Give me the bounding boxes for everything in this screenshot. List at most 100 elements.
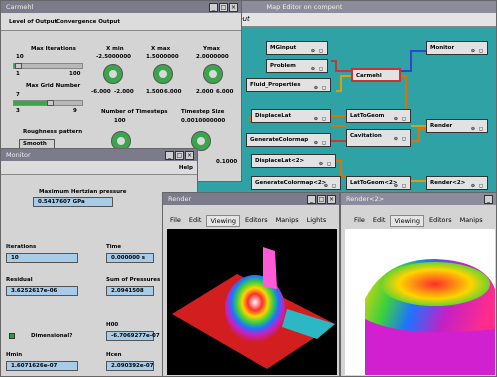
port-icons: ⊙ ◻ [470,48,484,54]
help-menu[interactable]: Help [179,165,193,171]
monitor-menu: Help [1,161,197,175]
render-titlebar[interactable]: Render _ □ × [163,193,339,205]
xmin-range-min: -6.000 [91,89,111,95]
render-menubar: File Edit Viewing Editors Manips Lights [167,215,329,227]
render-title: Render [168,195,192,203]
max-iterations-slider[interactable] [13,63,83,69]
menu-file[interactable]: File [351,215,368,227]
node-monitor[interactable]: Monitor ⊙ ◻ [426,41,488,55]
ymax-label: Ymax [203,46,220,52]
maximize-button[interactable]: □ [317,194,326,204]
node-lattogeom-2[interactable]: LatToGeom<2> ⊙ ◻ [346,176,411,190]
xmin-range-max: -2.000 [114,89,134,95]
timestep-size-value: 0.0010000000 [181,118,226,124]
iterations-field: 10 [6,253,78,263]
sum-pressures-label: Sum of Pressures [106,277,161,283]
menu-viewing[interactable]: Viewing [206,215,240,227]
menu-editors[interactable]: Editors [242,215,271,227]
menu-edit[interactable]: Edit [186,215,205,227]
carmehl-titlebar[interactable]: Carmehl _ □ × [1,1,241,13]
timestep-size-label: Timestep Size [181,109,225,115]
minimize-button[interactable]: _ [165,150,174,160]
max-grid-slider[interactable] [13,100,83,106]
minimize-button[interactable]: _ [209,2,218,12]
node-render[interactable]: Render ⊙ ◻ [426,119,488,133]
max-pressure-label: Maximum Hertzian pressure [39,189,127,195]
port-icons: ⊙ ◻ [318,161,332,167]
menu-file[interactable]: File [167,215,184,227]
dimensional-label: Dimensional? [31,333,73,339]
node-label: Fluid_Properties [250,82,301,88]
menu-manips[interactable]: Manips [457,215,486,227]
ymax-range-max: 6.000 [216,89,234,95]
render2-titlebar[interactable]: Render<2> _ [341,193,496,205]
max-iterations-max: 100 [69,71,81,77]
node-generatecolormap[interactable]: GenerateColormap ⊙ ◻ [246,133,331,147]
menu-manips[interactable]: Manips [273,215,302,227]
timesteps-value: 100 [114,118,126,124]
max-grid-label: Max Grid Number [26,83,81,89]
monitor-titlebar[interactable]: Monitor _ □ × [1,149,197,161]
node-label: GenerateColormap [250,137,309,143]
node-problem[interactable]: Problem ⊙ ◻ [266,59,328,73]
node-generatecolormap-2[interactable]: GenerateColormap<2> ⊙ ◻ [251,176,341,190]
xmin-dial[interactable] [103,64,123,84]
wire [401,50,426,72]
ymax-value: 2.0000000 [196,54,229,60]
xmax-dial[interactable] [153,64,173,84]
dimensional-checkbox[interactable] [9,333,15,339]
wire [331,60,351,72]
menu-lights[interactable]: Lights [304,215,330,227]
node-carmehl[interactable]: Carmehl [351,68,401,82]
node-label: LatToGeom<2> [350,180,398,186]
max-iterations-value: 10 [16,54,24,60]
hcen-field: 2.090392e-07 [106,361,154,371]
menu-editors[interactable]: Editors [426,215,455,227]
maximize-button[interactable]: □ [219,2,228,12]
node-render-2[interactable]: Render<2> ⊙ ◻ [426,176,488,190]
h00-label: H00 [106,322,119,328]
menu-edit[interactable]: Edit [370,215,389,227]
port-icons: ⊙ ◻ [393,116,407,122]
small-value: 0.1000 [216,159,238,165]
xmin-value: -2.5000000 [96,54,131,60]
port-icons: ⊙ ◻ [470,126,484,132]
close-button[interactable]: × [229,2,238,12]
node-displacelat-2[interactable]: DisplaceLat<2> ⊙ ◻ [251,154,336,168]
minimize-button[interactable]: _ [307,194,316,204]
wire [411,128,426,142]
render-viewport[interactable] [167,229,337,375]
max-iterations-min: 1 [16,71,20,77]
iterations-label: Iterations [6,244,37,250]
wire [336,75,351,92]
menu-viewing[interactable]: Viewing [390,215,424,227]
node-displacelat[interactable]: DisplaceLat ⊙ ◻ [251,109,331,123]
convergence-output-label[interactable]: Convergence Output [56,19,120,25]
render2-title: Render<2> [346,195,385,203]
close-button[interactable]: × [185,150,194,160]
node-mginput[interactable]: MGinput ⊙ ◻ [266,41,328,55]
level-of-output-label[interactable]: Level of Output [9,19,57,25]
maximize-button[interactable]: □ [175,150,184,160]
node-lattogeom[interactable]: LatToGeom ⊙ ◻ [346,109,411,123]
pressure-spike [263,247,277,289]
ymax-dial[interactable] [203,64,223,84]
node-cavitation[interactable]: Cavitation ⊙ ◻ [346,129,411,147]
timesteps-label: Number of Timesteps [101,109,168,115]
render2-viewport[interactable] [345,229,495,375]
node-fluid-properties[interactable]: Fluid_Properties ⊙ ◻ [246,78,331,92]
slider-thumb[interactable] [47,100,55,106]
node-label: Problem [270,63,296,69]
node-label: GenerateColormap<2> [255,180,327,186]
roughness-label: Roughness pattern [23,129,83,135]
minimize-button[interactable]: _ [484,194,493,204]
slider-thumb[interactable] [15,63,23,69]
residual-label: Residual [6,277,33,283]
node-label: DisplaceLat [255,113,292,119]
roughness-value: Smooth [23,141,47,147]
port-icons: ⊙ ◻ [393,183,407,189]
node-label: Render<2> [430,180,466,186]
carmehl-title: Carmehl [6,3,34,11]
close-button[interactable]: × [327,194,336,204]
max-grid-min: 3 [16,108,20,114]
